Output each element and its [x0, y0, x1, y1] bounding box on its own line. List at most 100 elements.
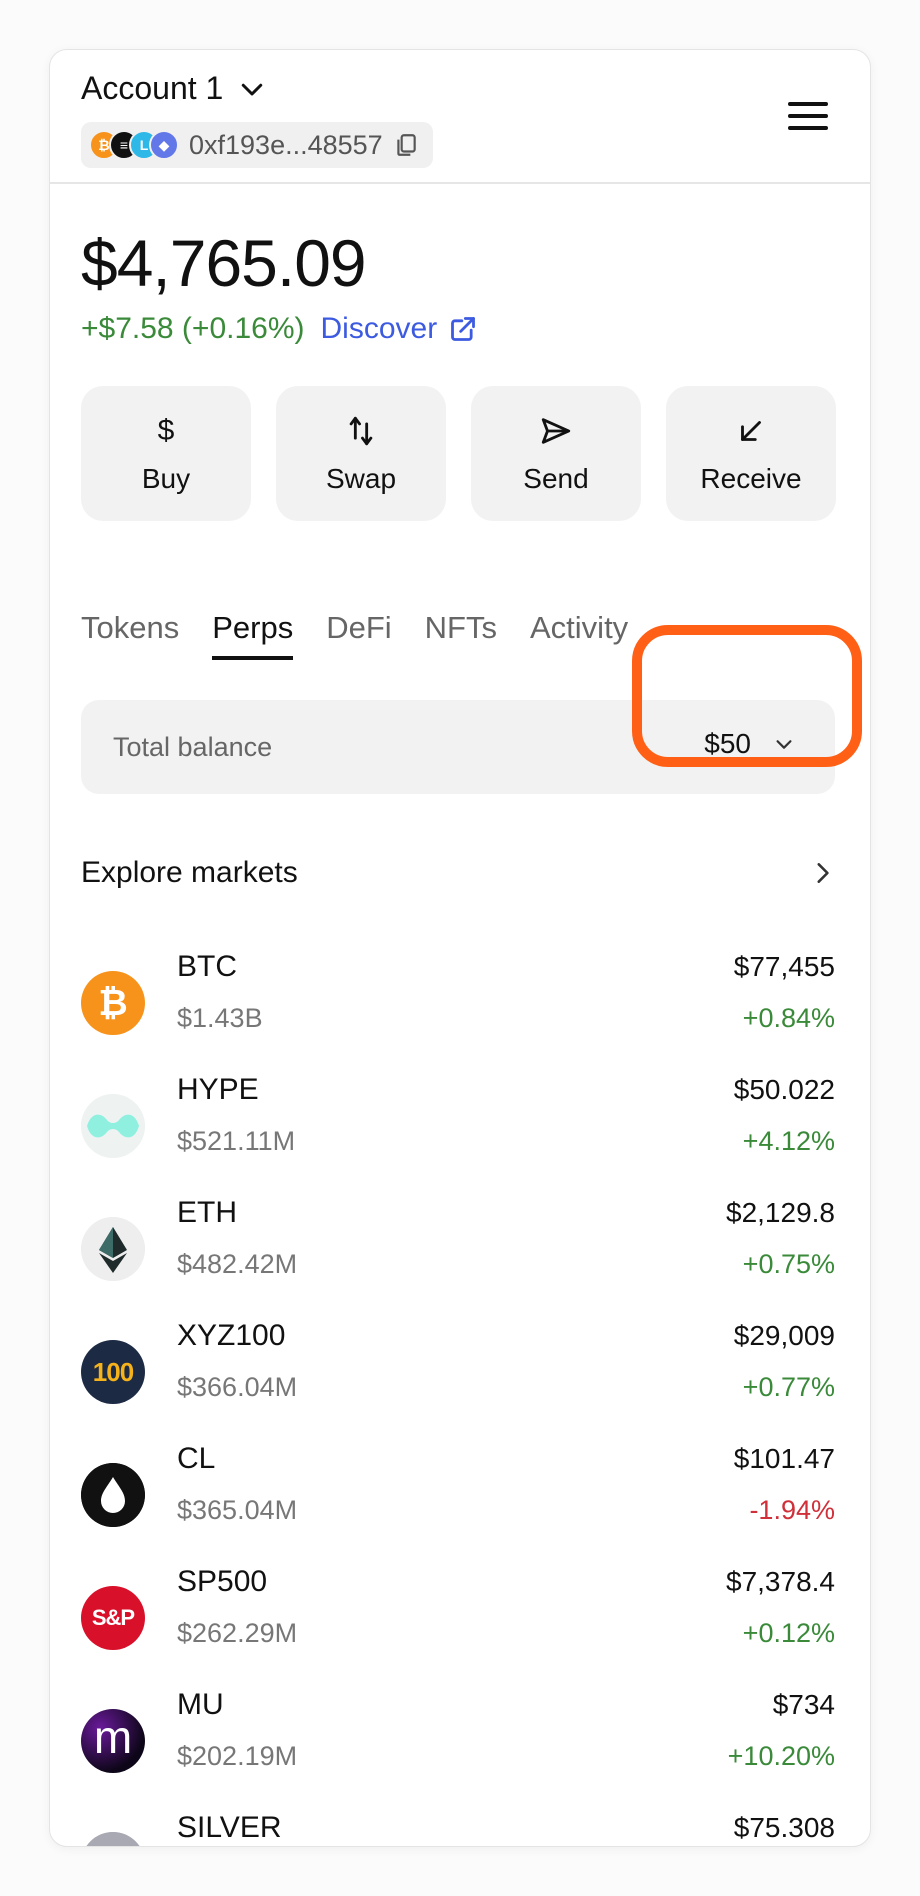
swap-arrows-icon [344, 413, 378, 449]
market-volume: $1.43B [177, 1003, 263, 1033]
chevron-down-icon [242, 83, 263, 95]
hype-logo-icon [81, 1094, 145, 1158]
copy-icon[interactable] [393, 132, 419, 158]
chain-icons: ₿ ≡ L ◆ [89, 130, 179, 160]
buy-label: Buy [141, 462, 191, 494]
btc-logo-icon: ₿ [81, 971, 145, 1035]
market-price: $7,378.4 [726, 1566, 835, 1597]
discover-label: Discover [320, 312, 438, 345]
market-values: $2,129.8 +0.75% [726, 1196, 835, 1279]
tab-activity[interactable]: Activity [530, 610, 628, 660]
dollar-icon: $ [157, 413, 175, 447]
send-icon [539, 413, 573, 449]
market-symbol: ETH [177, 1196, 237, 1229]
address-chip[interactable]: ₿ ≡ L ◆ 0xf193e...48557 [81, 122, 433, 168]
market-values: $7,378.4 +0.12% [726, 1565, 835, 1648]
market-row-silver[interactable]: SILVER$200.00M $75.308-0.40% [81, 1811, 835, 1846]
chevron-right-icon [817, 863, 829, 883]
eth-logo-icon [81, 1217, 145, 1281]
chevron-down-icon [776, 740, 792, 749]
receive-arrow-icon [734, 413, 768, 449]
market-list: ₿ BTC $1.43B $77,455 +0.84% HYPE $521.11M $50.0… [81, 950, 835, 1846]
send-label: Send [523, 462, 589, 494]
tab-perps[interactable]: Perps [212, 610, 293, 660]
market-symbol: MU [177, 1688, 224, 1721]
market-volume: $366.04M [177, 1372, 298, 1402]
market-symbol: SP500 [177, 1565, 268, 1598]
market-symbol: BTC [177, 950, 237, 983]
market-price: $734 [772, 1689, 835, 1720]
portfolio-change-row: +$7.58 (+0.16%) Discover [81, 312, 477, 346]
tab-nfts[interactable]: NFTs [425, 610, 497, 660]
market-change: +0.84% [742, 1003, 835, 1033]
market-names: XYZ100 $366.04M [177, 1319, 297, 1402]
market-row-btc[interactable]: ₿ BTC $1.43B $77,455 +0.84% [81, 950, 835, 1073]
market-values: $734 +10.20% [728, 1688, 835, 1771]
market-names: ETH $482.42M [177, 1196, 297, 1279]
swap-button[interactable]: Swap [276, 386, 446, 521]
buy-button[interactable]: $ Buy [81, 386, 251, 521]
market-volume: $365.04M [177, 1495, 298, 1525]
market-volume: $482.42M [177, 1249, 298, 1279]
eth-diamond-chain-icon: ◆ [149, 130, 179, 160]
market-names: BTC $1.43B [177, 950, 263, 1033]
total-balance-label: Total balance [113, 732, 273, 762]
account-name: Account 1 [81, 70, 224, 106]
swap-label: Swap [325, 462, 397, 494]
market-row-sp500[interactable]: S&P SP500 $262.29M $7,378.4 +0.12% [81, 1565, 835, 1688]
cl-logo-icon [81, 1463, 145, 1527]
market-values: $50.022 +4.12% [734, 1073, 835, 1156]
market-volume: $262.29M [177, 1618, 298, 1648]
logo-text: S&P [91, 1605, 135, 1630]
wallet-address: 0xf193e...48557 [189, 129, 383, 160]
portfolio-change: +$7.58 (+0.16%) [81, 312, 305, 345]
market-values: $101.47 -1.94% [734, 1442, 835, 1525]
discover-link[interactable]: Discover [321, 312, 478, 346]
market-symbol: SILVER [177, 1811, 282, 1844]
market-row-cl[interactable]: CL $365.04M $101.47 -1.94% [81, 1442, 835, 1565]
send-button[interactable]: Send [471, 386, 641, 521]
market-volume: $202.19M [177, 1741, 298, 1771]
mu-logo-icon: m [81, 1709, 145, 1773]
logo-text: 100 [92, 1356, 134, 1387]
market-values: $75.308-0.40% [733, 1811, 835, 1846]
market-row-eth[interactable]: ETH $482.42M $2,129.8 +0.75% [81, 1196, 835, 1319]
market-row-xyz100[interactable]: 100 XYZ100 $366.04M $29,009 +0.77% [81, 1319, 835, 1442]
portfolio-balance: $4,765.09 [81, 226, 367, 300]
xyz100-logo-icon: 100 [81, 1340, 145, 1404]
market-price: $50.022 [733, 1074, 835, 1105]
silver-logo-icon [81, 1832, 145, 1846]
market-row-mu[interactable]: m MU $202.19M $734 +10.20% [81, 1688, 835, 1811]
market-names: MU $202.19M [177, 1688, 297, 1771]
market-names: HYPE $521.11M [177, 1073, 295, 1156]
receive-label: Receive [700, 462, 802, 494]
market-symbol: XYZ100 [177, 1319, 286, 1352]
market-price: $29,009 [733, 1320, 835, 1351]
market-names: CL $365.04M [177, 1442, 297, 1525]
logo-text: m [93, 1711, 133, 1763]
tab-tokens[interactable]: Tokens [81, 610, 179, 660]
market-price: $2,129.8 [726, 1197, 835, 1228]
account-selector[interactable]: Account 1 [81, 70, 267, 107]
asset-tabs: Tokens Perps DeFi NFTs Activity [81, 610, 628, 660]
hamburger-menu-icon[interactable] [788, 102, 828, 132]
total-balance-value: $50 [704, 728, 751, 759]
market-values: $77,455 +0.84% [734, 950, 835, 1033]
market-values: $29,009 +0.77% [734, 1319, 835, 1402]
tab-defi[interactable]: DeFi [326, 610, 391, 660]
action-buttons: $ Buy Swap Send Receive [81, 386, 836, 521]
market-symbol: CL [177, 1442, 216, 1475]
total-balance-dropdown[interactable]: $50 [704, 728, 795, 760]
external-link-icon [451, 317, 476, 341]
explore-markets-label: Explore markets [81, 856, 298, 889]
market-change: +0.77% [742, 1372, 835, 1402]
explore-markets-row[interactable]: Explore markets [81, 856, 835, 890]
market-names: SILVER$200.00M [177, 1811, 297, 1846]
market-row-hype[interactable]: HYPE $521.11M $50.022 +4.12% [81, 1073, 835, 1196]
market-symbol: HYPE [177, 1073, 259, 1106]
wallet-header: Account 1 ₿ ≡ L ◆ 0xf193e...48557 [50, 50, 870, 184]
receive-button[interactable]: Receive [666, 386, 836, 521]
market-change: +10.20% [727, 1741, 835, 1771]
market-price: $77,455 [733, 951, 835, 982]
market-price: $75.308 [733, 1812, 835, 1843]
